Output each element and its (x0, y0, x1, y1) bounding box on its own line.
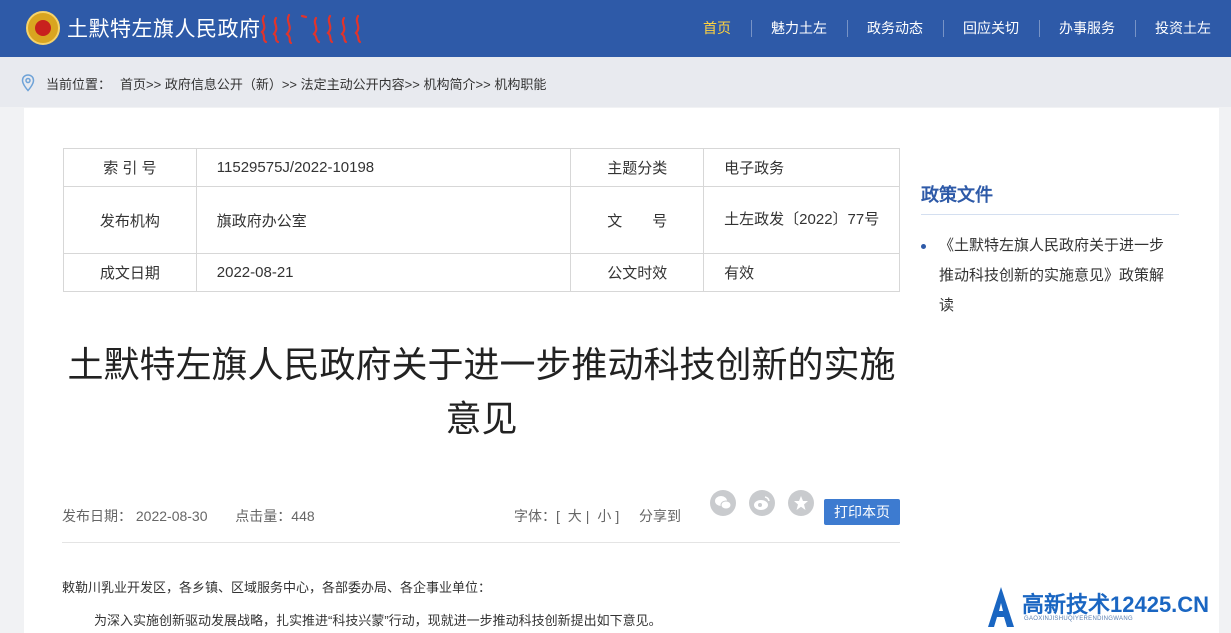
breadcrumb-item-profile[interactable]: 机构简介 (423, 77, 475, 92)
breadcrumb-item-home[interactable]: 首页 (120, 77, 146, 92)
validity-value: 有效 (703, 253, 900, 292)
page-title: 土默特左旗人民政府关于进一步推动科技创新的实施意见 (67, 344, 896, 439)
breadcrumb-separator: >> (281, 77, 298, 92)
share-label: 分享到 (638, 508, 681, 524)
sidebar-title: 政策文件 (921, 185, 993, 205)
watermark-text: 高新技术12425.CN (1022, 592, 1210, 617)
intro-text: 为深入实施创新驱动发展战略，扎实推进“科技兴蒙”行动，现就进一步推动科技创新提出… (94, 613, 662, 628)
docno-value: 土左政发〔2022〕77号 (703, 186, 900, 254)
hits-label: 点击量： (235, 508, 292, 524)
breadcrumb: 当前位置： 首页>> 政府信息公开（新）>> 法定主动公开内容>> 机构简介>>… (0, 57, 1231, 107)
mongolian-script-logo (260, 13, 362, 44)
breadcrumb-item-functions[interactable]: 机构职能 (494, 77, 546, 92)
watermark-logo-icon (988, 587, 1014, 627)
sidebar-item-policy-interpretation[interactable]: 《土默特左旗人民政府关于进一步推动科技创新的实施意见》政策解读 (921, 231, 1171, 321)
table-row: 成文日期 2022-08-21 公文时效 有效 (63, 253, 900, 292)
docno-label: 文 号 (570, 186, 705, 254)
topic-label: 主题分类 (570, 148, 705, 187)
wechat-icon[interactable] (710, 490, 736, 516)
nav-gov-news[interactable]: 政务动态 (847, 0, 943, 57)
breadcrumb-label: 当前位置： (46, 77, 112, 92)
print-button[interactable]: 打印本页 (824, 499, 900, 525)
publish-date: 2022-08-30 (135, 508, 208, 524)
index-value: 11529575J/2022-10198 (195, 148, 572, 187)
site-title[interactable]: 土默特左旗人民政府 (67, 13, 261, 43)
validity-label: 公文时效 (570, 253, 705, 292)
date-label: 成文日期 (63, 253, 197, 292)
font-large-button[interactable]: 大 (564, 508, 586, 524)
watermark-subtext: GAOXINJISHUQIYERENDINGWANG (1024, 616, 1133, 622)
table-row: 索 引 号 11529575J/2022-10198 主题分类 电子政务 (63, 148, 900, 187)
main-nav: 首页 魅力土左 政务动态 回应关切 办事服务 投资土左 (683, 0, 1231, 57)
nav-home[interactable]: 首页 (683, 0, 751, 57)
org-label: 发布机构 (63, 186, 197, 254)
font-small-button[interactable]: 小 (593, 508, 615, 524)
document-meta-table: 索 引 号 11529575J/2022-10198 主题分类 电子政务 发布机… (63, 148, 900, 292)
national-emblem-icon (26, 11, 60, 45)
nav-services[interactable]: 办事服务 (1039, 0, 1135, 57)
document-info: 发布日期： 2022-08-30 点击量：448 (62, 506, 315, 526)
salutation-text: 敕勒川乳业开发区，各乡镇、区域服务中心，各部委办局、各企事业单位： (62, 580, 492, 595)
breadcrumb-separator: >> (404, 77, 420, 92)
topic-value: 电子政务 (703, 148, 900, 187)
header-bar: 土默特左旗人民政府 首页 魅力土左 政务动态 回应关切 办事服务 投资土左 (0, 0, 1231, 57)
breadcrumb-links: 首页>> 政府信息公开（新）>> 法定主动公开内容>> 机构简介>> 机构职能 (120, 74, 546, 93)
nav-charm-tuzuo[interactable]: 魅力土左 (751, 0, 847, 57)
font-size-label: 字体： (514, 508, 556, 524)
nav-invest[interactable]: 投资土左 (1135, 0, 1231, 57)
watermark: 高新技术12425.CN GAOXINJISHUQIYERENDINGWANG (984, 583, 1231, 633)
weibo-icon[interactable] (749, 490, 775, 516)
breadcrumb-item-gov-info[interactable]: 政府信息公开（新） (165, 77, 282, 92)
hits-count: 448 (291, 508, 315, 524)
content-card: 索 引 号 11529575J/2022-10198 主题分类 电子政务 发布机… (24, 108, 1219, 633)
nav-response[interactable]: 回应关切 (943, 0, 1039, 57)
location-pin-icon (21, 74, 35, 92)
publish-date-label: 发布日期： (62, 508, 132, 524)
divider (62, 542, 900, 543)
document-tools: 字体：[ 大 | 小] 分享到 (514, 508, 681, 524)
breadcrumb-item-statutory[interactable]: 法定主动公开内容 (301, 77, 405, 92)
table-row: 发布机构 旗政府办公室 文 号 土左政发〔2022〕77号 (63, 186, 900, 254)
sidebar-divider (921, 214, 1179, 215)
date-value: 2022-08-21 (195, 253, 572, 292)
breadcrumb-separator: >> (475, 77, 491, 92)
breadcrumb-separator: >> (146, 77, 162, 92)
favorite-icon[interactable] (788, 490, 814, 516)
share-icons (710, 490, 814, 516)
org-value: 旗政府办公室 (195, 186, 572, 254)
index-label: 索 引 号 (63, 148, 197, 187)
